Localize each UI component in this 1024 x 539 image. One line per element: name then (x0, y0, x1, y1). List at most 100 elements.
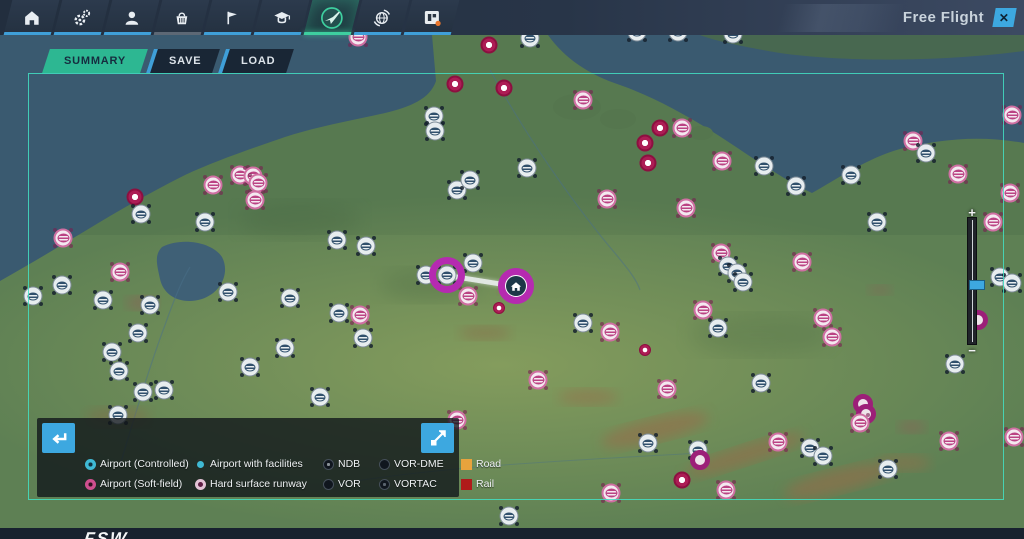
airport-softfield-marker[interactable] (677, 199, 696, 218)
nav-multiplayer-button[interactable] (354, 0, 410, 35)
nav-beacon-marker[interactable] (496, 80, 513, 97)
nav-settings-button[interactable] (54, 0, 110, 35)
airport-softfield-marker[interactable] (574, 91, 593, 110)
airport-controlled-marker[interactable] (1003, 274, 1022, 293)
airport-controlled-marker[interactable] (868, 213, 887, 232)
nav-missions-button[interactable] (204, 0, 260, 35)
nav-beacon-marker[interactable] (447, 76, 464, 93)
airport-softfield-marker[interactable] (459, 287, 478, 306)
route-departure-marker[interactable] (498, 268, 534, 304)
airport-softfield-marker[interactable] (351, 306, 370, 325)
airport-controlled-marker[interactable] (842, 166, 861, 185)
airport-controlled-marker[interactable] (132, 205, 151, 224)
expand-map-button[interactable] (421, 423, 454, 453)
airport-controlled-marker[interactable] (639, 434, 658, 453)
airport-controlled-marker[interactable] (53, 276, 72, 295)
airport-controlled-marker[interactable] (330, 304, 349, 323)
airport-controlled-marker[interactable] (734, 273, 753, 292)
nav-home-button[interactable] (4, 0, 60, 35)
nav-beacon-small-marker[interactable] (639, 344, 651, 356)
airport-controlled-marker[interactable] (755, 157, 774, 176)
airport-controlled-marker[interactable] (354, 329, 373, 348)
airport-softfield-marker[interactable] (1005, 428, 1024, 447)
airport-softfield-marker[interactable] (717, 481, 736, 500)
nav-training-button[interactable] (254, 0, 310, 35)
nav-beacon-marker[interactable] (127, 189, 144, 206)
airport-controlled-marker[interactable] (196, 213, 215, 232)
airport-controlled-marker[interactable] (311, 388, 330, 407)
airport-softfield-marker[interactable] (984, 213, 1003, 232)
zoom-slider-track[interactable] (967, 217, 977, 345)
airport-softfield-marker[interactable] (814, 309, 833, 328)
airport-controlled-marker[interactable] (357, 237, 376, 256)
hard-runway-marker[interactable] (690, 450, 710, 470)
airport-softfield-marker[interactable] (694, 301, 713, 320)
back-button[interactable] (42, 423, 75, 453)
nav-beacon-marker[interactable] (640, 155, 657, 172)
airport-controlled-marker[interactable] (946, 355, 965, 374)
airport-controlled-marker[interactable] (94, 291, 113, 310)
airport-controlled-marker[interactable] (518, 159, 537, 178)
airport-controlled-marker[interactable] (917, 144, 936, 163)
airport-softfield-marker[interactable] (658, 380, 677, 399)
zoom-slider-handle[interactable] (969, 280, 985, 290)
airport-softfield-marker[interactable] (1003, 106, 1022, 125)
airport-softfield-marker[interactable] (111, 263, 130, 282)
nav-beacon-marker[interactable] (674, 472, 691, 489)
airport-controlled-marker[interactable] (134, 383, 153, 402)
airport-controlled-marker[interactable] (328, 231, 347, 250)
airport-controlled-marker[interactable] (752, 374, 771, 393)
flight-planning-map[interactable]: + − Airport (Controlled)Airport with fac… (0, 35, 1024, 528)
nav-beacon-small-marker[interactable] (493, 302, 505, 314)
tab-summary[interactable]: SUMMARY (42, 49, 148, 73)
close-button[interactable]: ✕ (992, 8, 1016, 27)
airport-controlled-marker[interactable] (129, 324, 148, 343)
airport-softfield-marker[interactable] (713, 152, 732, 171)
airport-softfield-marker[interactable] (940, 432, 959, 451)
nav-profile-button[interactable] (104, 0, 160, 35)
airport-softfield-marker[interactable] (851, 414, 870, 433)
airport-controlled-marker[interactable] (281, 289, 300, 308)
tab-load[interactable]: LOAD (218, 49, 294, 73)
airport-softfield-marker[interactable] (673, 119, 692, 138)
airport-softfield-marker[interactable] (598, 190, 617, 209)
airport-controlled-marker[interactable] (879, 460, 898, 479)
airport-softfield-marker[interactable] (949, 165, 968, 184)
airport-softfield-marker[interactable] (204, 176, 223, 195)
nav-beacon-marker[interactable] (481, 37, 498, 54)
airport-controlled-marker[interactable] (103, 343, 122, 362)
nav-beacon-marker[interactable] (652, 120, 669, 137)
airport-controlled-marker[interactable] (155, 381, 174, 400)
map-zoom-slider[interactable]: + − (963, 207, 981, 357)
airport-controlled-marker[interactable] (814, 447, 833, 466)
airport-controlled-marker[interactable] (461, 171, 480, 190)
airport-softfield-marker[interactable] (529, 371, 548, 390)
airport-softfield-marker[interactable] (823, 328, 842, 347)
nav-logbook-button[interactable] (404, 0, 460, 35)
route-destination-ring[interactable] (429, 257, 465, 293)
airport-softfield-marker[interactable] (602, 484, 621, 503)
airport-controlled-marker[interactable] (787, 177, 806, 196)
airport-controlled-marker[interactable] (426, 122, 445, 141)
nav-beacon-marker[interactable] (637, 135, 654, 152)
airport-softfield-marker[interactable] (601, 323, 620, 342)
nav-store-button[interactable] (154, 0, 210, 35)
airport-controlled-marker[interactable] (574, 314, 593, 333)
airport-controlled-marker[interactable] (276, 339, 295, 358)
airport-controlled-marker[interactable] (219, 283, 238, 302)
airport-controlled-marker[interactable] (110, 362, 129, 381)
airport-softfield-marker[interactable] (769, 433, 788, 452)
zoom-out-button[interactable]: − (963, 345, 981, 357)
airport-controlled-marker[interactable] (464, 254, 483, 273)
nav-free-flight-button[interactable] (304, 0, 360, 35)
airport-softfield-marker[interactable] (793, 253, 812, 272)
airport-controlled-marker[interactable] (141, 296, 160, 315)
airport-softfield-marker[interactable] (54, 229, 73, 248)
airport-controlled-marker[interactable] (709, 319, 728, 338)
airport-softfield-marker[interactable] (249, 174, 268, 193)
tab-save[interactable]: SAVE (146, 49, 220, 73)
airport-softfield-marker[interactable] (246, 191, 265, 210)
airport-softfield-marker[interactable] (1001, 184, 1020, 203)
airport-controlled-marker[interactable] (241, 358, 260, 377)
airport-controlled-marker[interactable] (24, 287, 43, 306)
